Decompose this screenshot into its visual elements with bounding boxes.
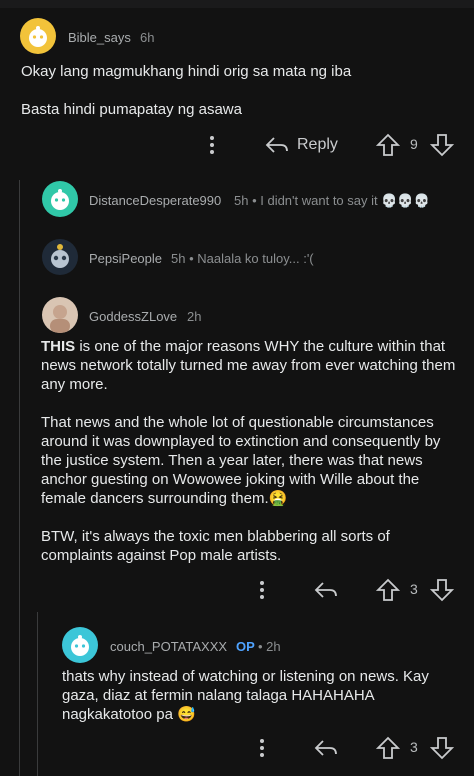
more-options-icon[interactable]	[205, 134, 219, 156]
comment-actions: 3	[0, 734, 474, 762]
avatar[interactable]	[42, 239, 78, 275]
comment-body: Okay lang magmukhang hindi orig sa mata …	[21, 62, 451, 138]
paragraph: Basta hindi pumapatay ng asawa	[21, 101, 242, 118]
timestamp: 6h	[140, 30, 155, 45]
downvote-icon[interactable]	[430, 736, 454, 760]
username[interactable]: Bible_says	[68, 30, 131, 45]
paragraph: BTW, it's always the toxic men blabberin…	[41, 528, 390, 564]
paragraph: is one of the major reasons WHY the cult…	[41, 338, 456, 393]
bold-lead: THIS	[41, 338, 76, 355]
downvote-icon[interactable]	[430, 578, 454, 602]
op-badge: OP	[236, 639, 255, 654]
reply-button[interactable]: Reply	[297, 136, 338, 154]
paragraph: That news and the whole lot of questiona…	[41, 414, 441, 507]
upvote-icon[interactable]	[376, 736, 400, 760]
avatar[interactable]	[20, 18, 56, 54]
vote-count: 3	[410, 581, 418, 597]
timestamp: 2h	[187, 309, 202, 324]
paragraph: Okay lang magmukhang hindi orig sa mata …	[21, 63, 352, 80]
paragraph: thats why instead of watching or listeni…	[62, 668, 429, 723]
top-bar	[0, 0, 474, 8]
avatar[interactable]	[42, 297, 78, 333]
username[interactable]: couch_POTATAXXX	[110, 639, 227, 654]
more-options-icon[interactable]	[255, 579, 269, 601]
timestamp: • 2h	[258, 639, 281, 654]
upvote-icon[interactable]	[376, 578, 400, 602]
reply-arrow-icon[interactable]	[265, 135, 289, 155]
avatar[interactable]	[62, 627, 98, 663]
reply-arrow-icon[interactable]	[314, 738, 338, 758]
username[interactable]: PepsiPeople	[89, 251, 162, 266]
comment-actions: 3	[0, 576, 474, 604]
vote-count: 9	[410, 136, 418, 152]
vote-count: 3	[410, 739, 418, 755]
comment-actions: Reply 9	[0, 131, 474, 159]
more-options-icon[interactable]	[255, 737, 269, 759]
comment-meta: 5h • Naalala ko tuloy... :'(	[171, 251, 314, 266]
username[interactable]: GoddessZLove	[89, 309, 177, 324]
thread-line	[19, 180, 20, 776]
downvote-icon[interactable]	[430, 133, 454, 157]
avatar[interactable]	[42, 181, 78, 217]
username[interactable]: DistanceDesperate990	[89, 193, 221, 208]
comment-body: thats why instead of watching or listeni…	[62, 667, 462, 743]
upvote-icon[interactable]	[376, 133, 400, 157]
comment-meta: 5h • I didn't want to say it 💀💀💀	[234, 193, 430, 208]
comment-body: THIS is one of the major reasons WHY the…	[41, 337, 456, 584]
reply-arrow-icon[interactable]	[314, 580, 338, 600]
